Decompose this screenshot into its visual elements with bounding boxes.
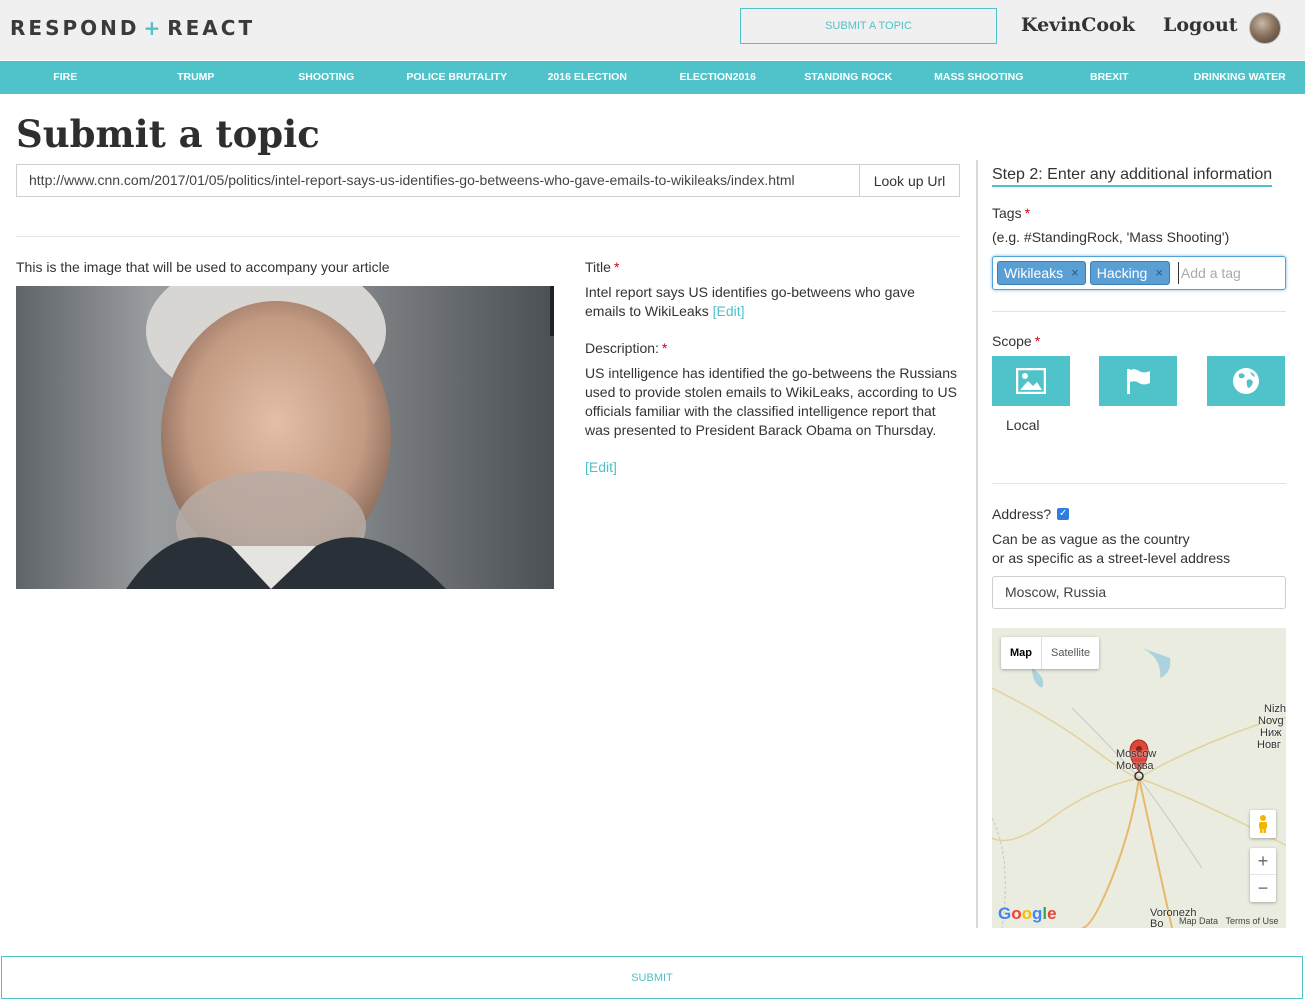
map-type-satellite-button[interactable]: Satellite <box>1041 637 1099 669</box>
tags-hint: (e.g. #StandingRock, 'Mass Shooting') <box>992 229 1230 245</box>
map-type-map-button[interactable]: Map <box>1001 637 1041 669</box>
map-footer: Map Data Terms of Use <box>1179 916 1279 926</box>
look-up-url-button[interactable]: Look up Url <box>859 164 960 197</box>
map-label-moscow: Moscow <box>1116 748 1157 760</box>
edit-title-link[interactable]: [Edit] <box>713 303 745 319</box>
submit-topic-button[interactable]: SUBMIT A TOPIC <box>740 8 997 44</box>
required-mark: * <box>661 340 668 356</box>
section-divider <box>992 311 1286 312</box>
submit-button[interactable]: SUBMIT <box>1 956 1303 999</box>
section-divider <box>992 483 1286 484</box>
brand-logo[interactable]: RESPOND + REACT <box>10 16 255 40</box>
terms-of-use-link[interactable]: Terms of Use <box>1226 916 1279 926</box>
globe-icon <box>1233 368 1259 394</box>
google-logo: Google <box>998 904 1057 923</box>
address-help-line1: Can be as vague as the country <box>992 531 1190 547</box>
map-label-voronezh-ru: Во <box>1150 918 1164 928</box>
nav-item-brexit[interactable]: BREXIT <box>1044 61 1175 94</box>
scope-local-label: Local <box>1006 417 1040 433</box>
pegman-icon[interactable] <box>1250 810 1276 838</box>
description-label: Description: * <box>585 340 667 356</box>
step2-heading: Step 2: Enter any additional information <box>992 166 1273 187</box>
address-label: Address? ✓ <box>992 506 1070 522</box>
edit-description-link[interactable]: [Edit] <box>585 459 617 475</box>
nav-item-mass-shooting[interactable]: MASS SHOOTING <box>914 61 1045 94</box>
article-description: US intelligence has identified the go-be… <box>585 365 958 438</box>
zoom-in-button[interactable]: + <box>1250 848 1276 875</box>
tags-label-text: Tags <box>992 205 1022 221</box>
required-mark: * <box>1034 333 1041 349</box>
tags-label: Tags * <box>992 205 1030 221</box>
address-checkbox[interactable]: ✓ <box>1057 508 1070 520</box>
tags-input-box[interactable]: Wikileaks × Hacking × <box>992 256 1286 290</box>
image-icon <box>1016 368 1046 394</box>
description-label-text: Description: <box>585 340 659 356</box>
url-input[interactable]: http://www.cnn.com/2017/01/05/politics/i… <box>16 164 860 197</box>
brand-right: REACT <box>167 16 256 40</box>
required-mark: * <box>1024 205 1031 221</box>
nav-item-fire[interactable]: FIRE <box>0 61 131 94</box>
tag-chip-label: Hacking <box>1096 265 1148 281</box>
article-title: Intel report says US identifies go-betwe… <box>585 283 955 321</box>
top-header: RESPOND + REACT SUBMIT A TOPIC KevinCook L… <box>0 0 1305 60</box>
remove-tag-icon[interactable]: × <box>1071 262 1079 284</box>
article-image <box>16 286 554 589</box>
address-label-text: Address? <box>992 506 1052 522</box>
map-type-control: Map Satellite <box>1001 637 1100 669</box>
tag-chip-label: Wikileaks <box>1004 265 1064 281</box>
nav-item-trump[interactable]: TRUMP <box>131 61 262 94</box>
map-label-nizh: Nizh <box>1264 703 1286 715</box>
location-map[interactable]: Moscow Москва Nizh Novg Ниж Новг Voronez… <box>992 628 1286 928</box>
scope-global-button[interactable] <box>1207 356 1285 406</box>
add-tag-input[interactable] <box>1177 262 1278 284</box>
required-mark: * <box>613 259 620 275</box>
map-label-novg-ru: Новг <box>1257 739 1281 751</box>
scope-national-button[interactable] <box>1099 356 1177 406</box>
title-label-text: Title <box>585 259 611 275</box>
nav-item-police-brutality[interactable]: POLICE BRUTALITY <box>392 61 523 94</box>
brand-left: RESPOND <box>10 16 140 40</box>
zoom-out-button[interactable]: − <box>1250 875 1276 902</box>
topic-nav: FIRE TRUMP SHOOTING POLICE BRUTALITY 201… <box>0 61 1305 94</box>
address-help: Can be as vague as the country or as spe… <box>992 530 1230 568</box>
remove-tag-icon[interactable]: × <box>1155 262 1163 284</box>
username-link[interactable]: KevinCook <box>1021 14 1135 36</box>
section-divider <box>16 236 960 237</box>
pegman-figure <box>1259 815 1267 833</box>
tag-chip: Wikileaks × <box>997 261 1086 285</box>
map-background <box>992 628 1286 928</box>
nav-item-election2016[interactable]: ELECTION2016 <box>653 61 784 94</box>
nav-item-shooting[interactable]: SHOOTING <box>261 61 392 94</box>
scope-local-button[interactable] <box>992 356 1070 406</box>
nav-item-drinking-water[interactable]: DRINKING WATER <box>1175 61 1305 94</box>
flag-icon <box>1127 369 1150 394</box>
map-zoom-control: + − <box>1250 848 1276 902</box>
address-help-line2: or as specific as a street-level address <box>992 550 1231 566</box>
article-title-text: Intel report says US identifies go-betwe… <box>585 284 915 319</box>
nav-item-standing-rock[interactable]: STANDING ROCK <box>783 61 914 94</box>
map-label-moscow-ru: Москва <box>1116 760 1154 772</box>
title-label: Title * <box>585 259 619 275</box>
column-divider <box>976 160 978 928</box>
brand-plus: + <box>143 16 164 40</box>
image-caption: This is the image that will be used to a… <box>16 259 390 275</box>
avatar[interactable] <box>1249 12 1281 44</box>
map-label-novg: Novg <box>1258 715 1284 727</box>
scope-label: Scope * <box>992 333 1040 349</box>
address-input[interactable]: Moscow, Russia <box>992 576 1286 609</box>
nav-item-2016-election[interactable]: 2016 ELECTION <box>522 61 653 94</box>
map-label-nizh-ru: Ниж <box>1260 727 1282 739</box>
logout-link[interactable]: Logout <box>1163 14 1238 36</box>
tag-chip: Hacking × <box>1089 261 1170 285</box>
page-title: Submit a topic <box>16 112 320 156</box>
scope-label-text: Scope <box>992 333 1032 349</box>
map-data-link[interactable]: Map Data <box>1179 916 1218 926</box>
